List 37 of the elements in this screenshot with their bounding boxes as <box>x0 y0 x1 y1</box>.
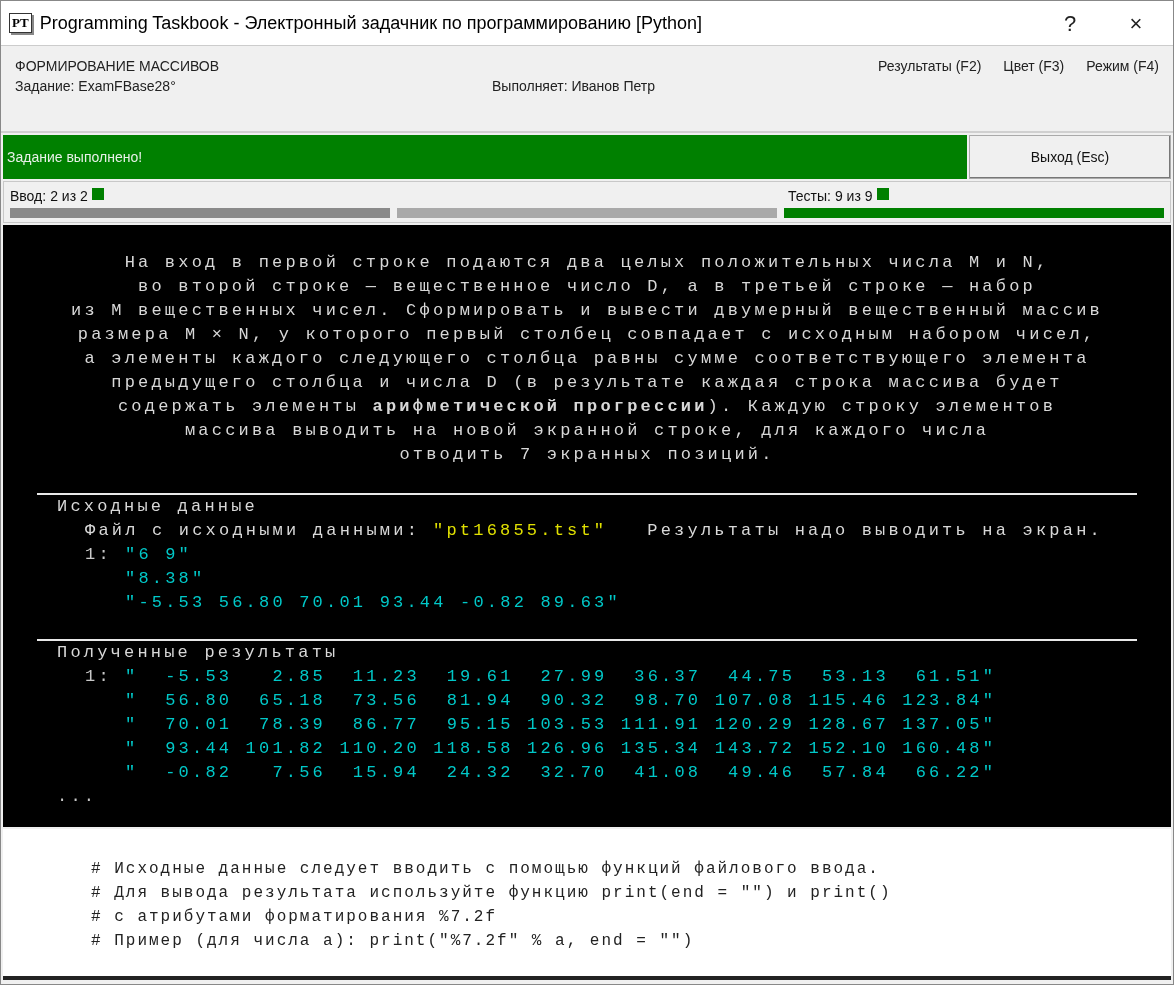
input-value: "6 9" <box>125 544 192 566</box>
input-value: "8.38" <box>125 568 206 590</box>
input-value: "-5.53 56.80 70.01 93.44 -0.82 89.63" <box>125 592 621 614</box>
code-comment: # Исходные данные следует вводить с помощью функций файлового ввода. <box>91 859 881 880</box>
ellipsis-text: ... <box>57 786 99 808</box>
menu-item[interactable]: Цвет (F3) <box>1003 56 1065 131</box>
exit-button[interactable]: Выход (Esc) <box>969 135 1171 179</box>
status-message: Задание выполнено! <box>7 147 143 167</box>
file-label: Файл с исходными данными: <box>85 520 421 542</box>
section-heading: Полученные результаты <box>57 642 340 664</box>
window-title: Programming Taskbook - Электронный задачник по программированию [Python] <box>39 11 702 35</box>
line-number: 1: <box>85 666 113 688</box>
counter-label: Тесты: <box>788 186 831 206</box>
code-comment: # с атрибутами форматирования %7.2f <box>91 907 499 928</box>
task-name: Задание: ExamFBase28° <box>15 77 177 96</box>
file-name: "pt16855.tst" <box>433 520 608 542</box>
result-value: " -0.82 7.56 15.94 24.32 32.70 41.08 49.46 57.84 66.22" <box>125 762 997 784</box>
section-heading: Исходные данные <box>57 496 260 518</box>
counter-label: Ввод: <box>10 186 47 206</box>
menu-item[interactable]: Результаты (F2) <box>878 56 982 131</box>
result-value: " 93.44 101.82 110.20 118.58 126.96 135.34 143.72 152.10 160.48" <box>125 738 997 760</box>
result-value: " -5.53 2.85 11.23 19.61 27.99 36.37 44.75 53.13 61.51" <box>125 666 997 688</box>
code-comment: # Пример (для числа a): print("%7.2f" % a, end = "") <box>91 931 696 952</box>
result-value: " 70.01 78.39 86.77 95.15 103.53 111.91 120.29 128.67 137.05" <box>125 714 997 736</box>
menu-item[interactable]: Режим (F4) <box>1086 56 1159 131</box>
student-name: Выполняет: Иванов Петр <box>492 77 655 96</box>
section-title: ФОРМИРОВАНИЕ МАССИВОВ <box>15 57 221 76</box>
output-note: Результаты надо выводить на экран. <box>647 520 1103 542</box>
counter-value: 9 из 9 <box>834 186 873 206</box>
result-value: " 56.80 65.18 73.56 81.94 90.32 98.70 107.08 115.46 123.84" <box>125 690 997 712</box>
code-comment: # Для вывода результата используйте функцию print(end = "") и print() <box>91 883 893 904</box>
line-number: 1: <box>85 544 113 566</box>
app-logo-icon: PT <box>9 13 32 33</box>
close-button[interactable]: × <box>1107 1 1165 45</box>
counter-value: 2 из 2 <box>50 186 88 206</box>
help-button[interactable]: ? <box>1041 1 1099 45</box>
task-description: На вход в первой строке подаются два целых положительных числа M и N, во второй строке — вещественное число D, а в третьей строке — набор из M вещественных чисел. Сформировать и вывести двумерный вещественный массив размера M × N, у которого первый столбец совпадает с исходным набором чисел, а элементы каждого следующего столбца равны сумме соответствующего элемента предыдущего столбца и числа D (в результате каждая строка массива будет содержать элементы арифметической прогрессии). Каждую строку элементов массива выводить на новой экранной строке, для каждого числа отводить 7 экранных позиций. <box>70 252 1104 466</box>
